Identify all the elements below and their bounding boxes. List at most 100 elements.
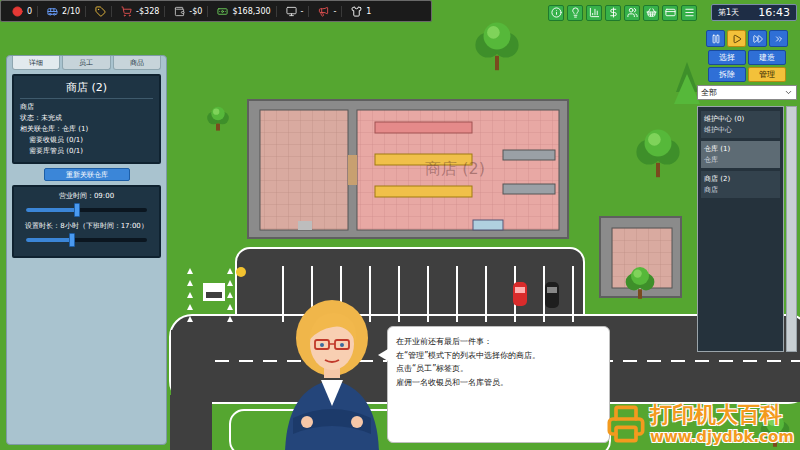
menu-button[interactable] — [605, 5, 621, 21]
menu-buttons — [548, 5, 697, 21]
speed-controls — [706, 30, 788, 47]
printer-icon — [606, 404, 646, 444]
clock: 第1天 16:43 — [711, 4, 797, 21]
speed-button[interactable] — [748, 30, 767, 47]
slider-thumb[interactable] — [69, 233, 75, 247]
tutorial-line: 雇佣一名收银员和一名库管员。 — [396, 376, 601, 390]
menu-button[interactable] — [548, 5, 564, 21]
fast-forward-icon — [753, 34, 763, 44]
stat[interactable] — [90, 6, 112, 17]
parking-entrance — [187, 267, 246, 322]
advisor-character — [276, 292, 388, 450]
building-list-item[interactable]: 仓库 (1)仓库 — [701, 141, 780, 168]
stat-value: 2/10 — [62, 7, 80, 16]
cars — [513, 282, 559, 308]
wallet-icon — [174, 6, 185, 17]
setting-slider[interactable] — [26, 208, 147, 212]
play-icon — [732, 34, 742, 44]
tutorial-line: 点击“员工”标签页。 — [396, 362, 601, 376]
details-tabs: 详细员工商品 — [12, 56, 161, 70]
bus-icon — [47, 6, 58, 17]
menu-button[interactable] — [624, 5, 640, 21]
setting-label: 设置时长：8小时（下班时间：17:00） — [20, 221, 153, 232]
pause-icon — [711, 34, 721, 44]
mode-button[interactable]: 建造 — [748, 50, 786, 65]
watermark: 打印机大百科www.djydbk.com — [606, 402, 794, 446]
lightbulb-icon — [570, 7, 581, 18]
setting: 设置时长：8小时（下班时间：17:00） — [20, 221, 153, 250]
menu-button[interactable] — [586, 5, 602, 21]
clock-day: 第1天 — [718, 7, 739, 18]
setting: 营业时间：09:00 — [20, 191, 153, 220]
stat[interactable]: 2/10 — [42, 6, 86, 17]
info-line: 需要收银员 (0/1) — [20, 135, 153, 145]
megaphone-icon — [318, 6, 329, 17]
speed-button[interactable] — [769, 30, 788, 47]
tutorial-bubble: 在开业前还有最后一件事：在“管理”模式下的列表中选择你的商店。点击“员工”标签页… — [387, 326, 610, 443]
stat-value: -$0 — [189, 7, 202, 16]
tutorial-line: 在“管理”模式下的列表中选择你的商店。 — [396, 349, 601, 363]
building-list-item[interactable]: 维护中心 (0)维护中心 — [701, 111, 780, 138]
right-controls: 选择建造拆除管理全部维护中心 (0)维护中心仓库 (1)仓库商店 (2)商店 — [697, 30, 797, 352]
menu-button[interactable] — [567, 5, 583, 21]
mode-button[interactable]: 拆除 — [708, 67, 746, 82]
fastest-icon — [774, 34, 784, 44]
details-tab[interactable]: 详细 — [12, 56, 60, 70]
menu-button[interactable] — [681, 5, 697, 21]
slider-thumb[interactable] — [74, 203, 80, 217]
stat[interactable]: 0 — [7, 6, 38, 17]
setting-slider[interactable] — [26, 238, 147, 242]
scrollbar[interactable] — [786, 106, 797, 352]
cash-icon — [217, 6, 228, 17]
stat[interactable]: 1 — [346, 6, 376, 17]
watermark-url: www.djydbk.com — [650, 428, 794, 446]
menu-button[interactable] — [643, 5, 659, 21]
details-tab[interactable]: 商品 — [113, 56, 161, 70]
building-list-wrap: 维护中心 (0)维护中心仓库 (1)仓库商店 (2)商店 — [697, 106, 797, 352]
details-panel: 详细员工商品商店 (2)商店状态：未完成相关联仓库：仓库 (1)需要收银员 (0… — [6, 55, 167, 445]
warehouse-building[interactable] — [600, 217, 681, 297]
tutorial-line: 在开业前还有最后一件事： — [396, 335, 601, 349]
tag-icon — [95, 6, 106, 17]
building-list: 维护中心 (0)维护中心仓库 (1)仓库商店 (2)商店 — [697, 106, 784, 352]
hours-card: 营业时间：09:00 设置时长：8小时（下班时间：17:00） — [12, 185, 161, 258]
info-line: 需要库管员 (0/1) — [20, 146, 153, 156]
mode-button[interactable]: 选择 — [708, 50, 746, 65]
stat[interactable]: -$0 — [169, 6, 208, 17]
cart-icon — [121, 6, 132, 17]
stat[interactable]: -$328 — [116, 6, 165, 17]
stat[interactable]: - — [313, 6, 342, 17]
info-icon — [551, 7, 562, 18]
watermark-title: 打印机大百科 — [650, 402, 782, 428]
relink-button[interactable]: 重新关联仓库 — [44, 168, 130, 181]
top-toolbar: 第1天 16:43 — [548, 4, 797, 21]
setting-label: 营业时间：09:00 — [20, 191, 153, 202]
game-screen: 商店 (2)02/10-$328-$0$168,300--1第1天16:43选择… — [0, 0, 800, 450]
filter-dropdown[interactable]: 全部 — [697, 85, 797, 100]
stat[interactable]: - — [281, 6, 310, 17]
building-label: 商店 (2) — [425, 159, 485, 178]
card-icon — [665, 7, 676, 18]
info-line: 商店 — [20, 102, 153, 112]
info-line: 相关联仓库：仓库 (1) — [20, 124, 153, 134]
clock-time: 16:43 — [758, 6, 790, 19]
monitor-icon — [286, 6, 297, 17]
chart-icon — [589, 7, 600, 18]
speed-button[interactable] — [727, 30, 746, 47]
tree — [636, 130, 679, 178]
tree — [475, 23, 518, 71]
tree — [207, 107, 229, 131]
details-tab[interactable]: 员工 — [62, 56, 110, 70]
menu-button[interactable] — [662, 5, 678, 21]
stat-value: 0 — [27, 7, 32, 16]
mode-button[interactable]: 管理 — [748, 67, 786, 82]
stat[interactable]: $168,300 — [212, 6, 276, 17]
building-list-item[interactable]: 商店 (2)商店 — [701, 171, 780, 198]
mode-buttons: 选择建造拆除管理 — [708, 50, 786, 82]
basket-icon — [646, 7, 657, 18]
speed-button[interactable] — [706, 30, 725, 47]
info-title: 商店 (2) — [20, 80, 153, 99]
stats-bar: 02/10-$328-$0$168,300--1 — [0, 0, 432, 22]
info-card: 商店 (2)商店状态：未完成相关联仓库：仓库 (1)需要收银员 (0/1)需要库… — [12, 74, 161, 164]
shop-building[interactable]: 商店 (2) — [248, 100, 568, 238]
